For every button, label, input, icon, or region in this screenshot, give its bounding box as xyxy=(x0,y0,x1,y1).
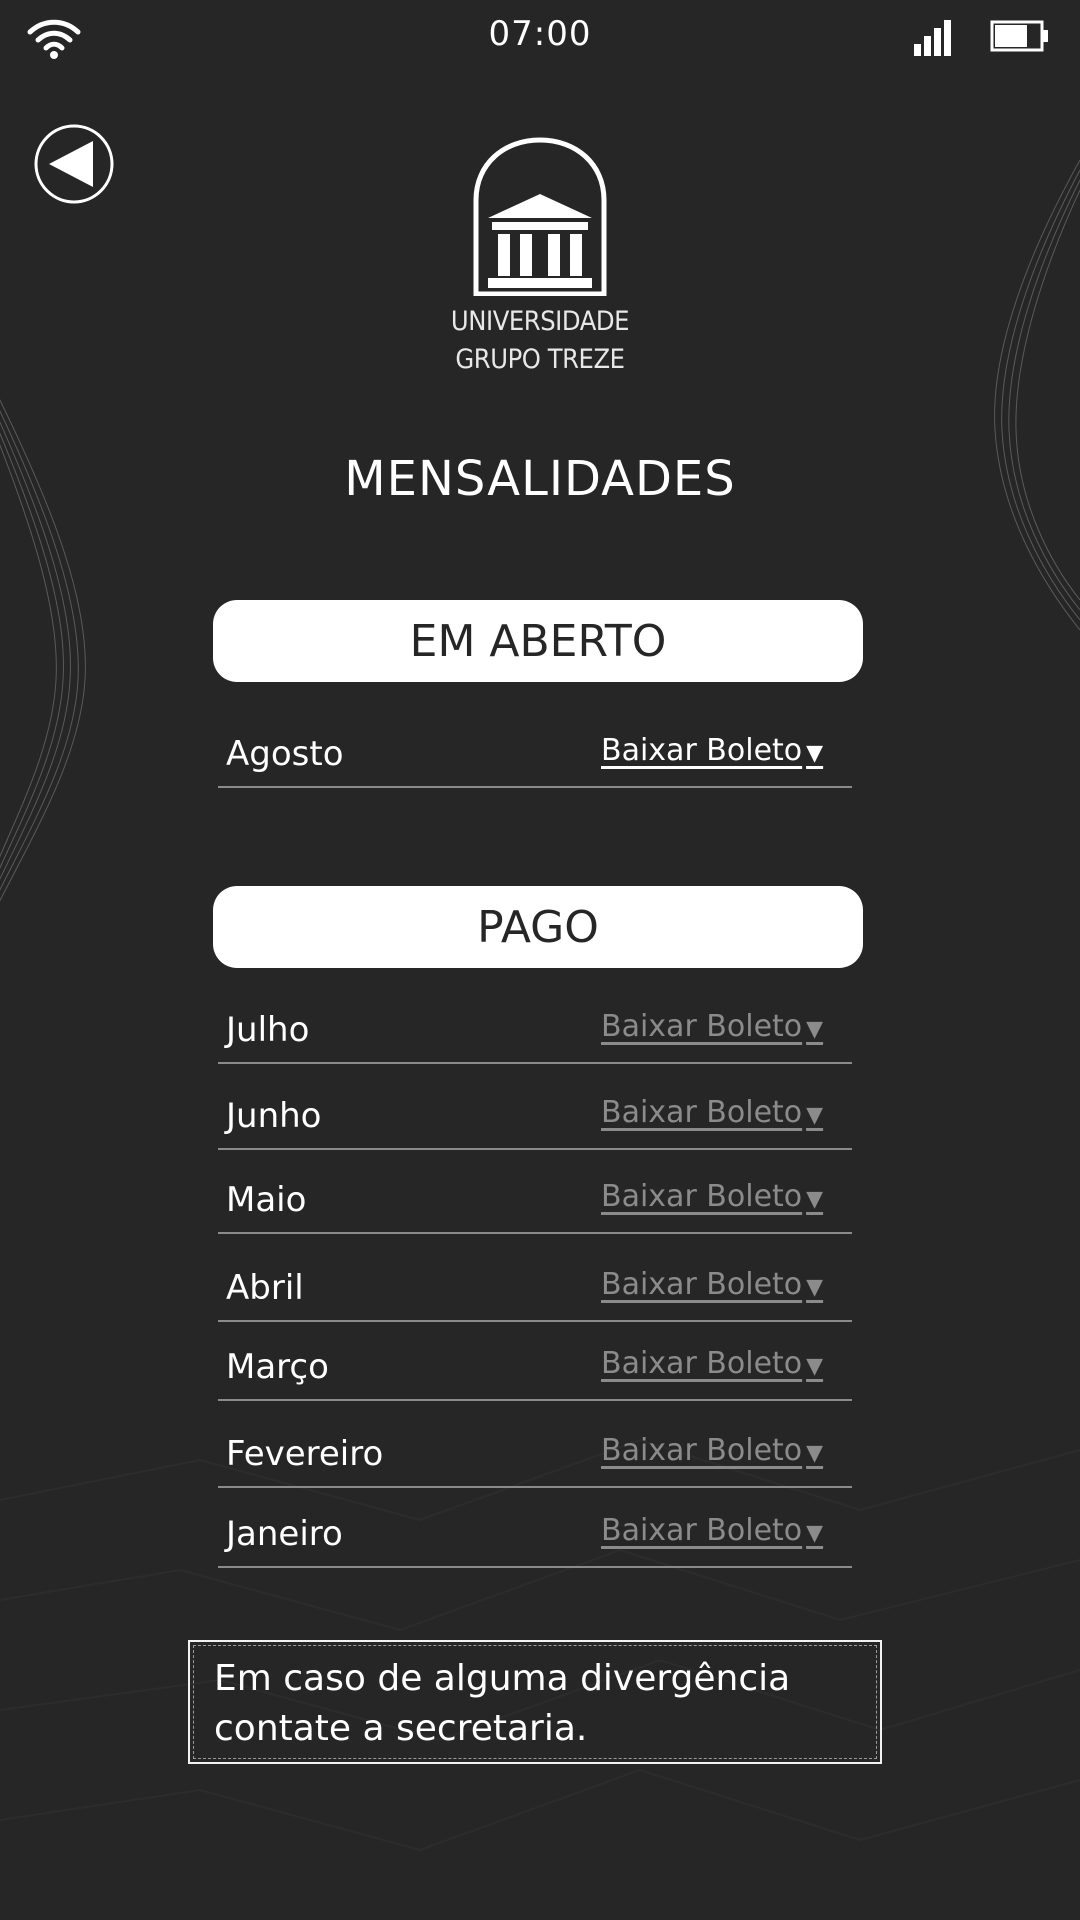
download-boleto-link[interactable]: Baixar Boleto ▼ xyxy=(601,1433,823,1468)
download-arrow-icon: ▼ xyxy=(806,1521,824,1546)
page-title: MENSALIDADES xyxy=(344,451,736,507)
list-item: Julho Baixar Boleto ▼ xyxy=(218,1008,852,1064)
download-boleto-link[interactable]: Baixar Boleto ▼ xyxy=(601,1179,823,1214)
row-divider xyxy=(218,1399,852,1401)
month-label: Agosto xyxy=(226,734,344,774)
row-divider xyxy=(218,1148,852,1150)
download-arrow-icon: ▼ xyxy=(806,1354,824,1379)
download-boleto-link[interactable]: Baixar Boleto ▼ xyxy=(601,1267,823,1302)
row-divider xyxy=(218,1062,852,1064)
download-boleto-link[interactable]: Baixar Boleto ▼ xyxy=(601,1009,823,1044)
list-item: Janeiro Baixar Boleto ▼ xyxy=(218,1512,852,1568)
download-arrow-icon: ▼ xyxy=(806,1103,824,1128)
logo-text-line2: GRUPO TREZE xyxy=(455,344,625,375)
download-arrow-icon: ▼ xyxy=(806,1017,824,1042)
month-label: Fevereiro xyxy=(226,1434,384,1474)
download-boleto-link[interactable]: Baixar Boleto ▼ xyxy=(601,1095,823,1130)
list-item: Maio Baixar Boleto ▼ xyxy=(218,1178,852,1234)
back-button[interactable] xyxy=(33,123,115,205)
logo-text-line1: UNIVERSIDADE xyxy=(450,306,630,337)
download-arrow-icon: ▼ xyxy=(806,1187,824,1212)
download-arrow-icon: ▼ xyxy=(806,1441,824,1466)
section-header-open: EM ABERTO xyxy=(213,600,863,682)
list-item: Abril Baixar Boleto ▼ xyxy=(218,1266,852,1322)
section-header-paid: PAGO xyxy=(213,886,863,968)
row-divider xyxy=(218,1320,852,1322)
download-boleto-link[interactable]: Baixar Boleto ▼ xyxy=(601,733,823,768)
notice-box: Em caso de alguma divergência contate a … xyxy=(188,1640,882,1764)
month-label: Janeiro xyxy=(226,1514,343,1554)
back-arrow-icon xyxy=(49,141,93,187)
download-boleto-link[interactable]: Baixar Boleto ▼ xyxy=(601,1513,823,1548)
row-divider xyxy=(218,1486,852,1488)
signal-icon xyxy=(914,20,951,56)
month-label: Março xyxy=(226,1347,329,1387)
list-item: Março Baixar Boleto ▼ xyxy=(218,1345,852,1401)
download-arrow-icon: ▼ xyxy=(806,741,824,766)
download-boleto-link[interactable]: Baixar Boleto ▼ xyxy=(601,1346,823,1381)
month-label: Junho xyxy=(226,1096,322,1136)
battery-icon xyxy=(990,20,1048,52)
list-item: Junho Baixar Boleto ▼ xyxy=(218,1094,852,1150)
decorative-wave-right xyxy=(994,160,1080,630)
row-divider xyxy=(218,1232,852,1234)
row-divider xyxy=(218,1566,852,1568)
month-label: Julho xyxy=(226,1010,310,1050)
university-logo-icon xyxy=(473,137,607,296)
download-arrow-icon: ▼ xyxy=(806,1275,824,1300)
status-bar: 07:00 xyxy=(0,0,1080,72)
row-divider xyxy=(218,786,852,788)
list-item: Agosto Baixar Boleto ▼ xyxy=(218,732,852,788)
month-label: Maio xyxy=(226,1180,307,1220)
list-item: Fevereiro Baixar Boleto ▼ xyxy=(218,1432,852,1488)
month-label: Abril xyxy=(226,1268,304,1308)
